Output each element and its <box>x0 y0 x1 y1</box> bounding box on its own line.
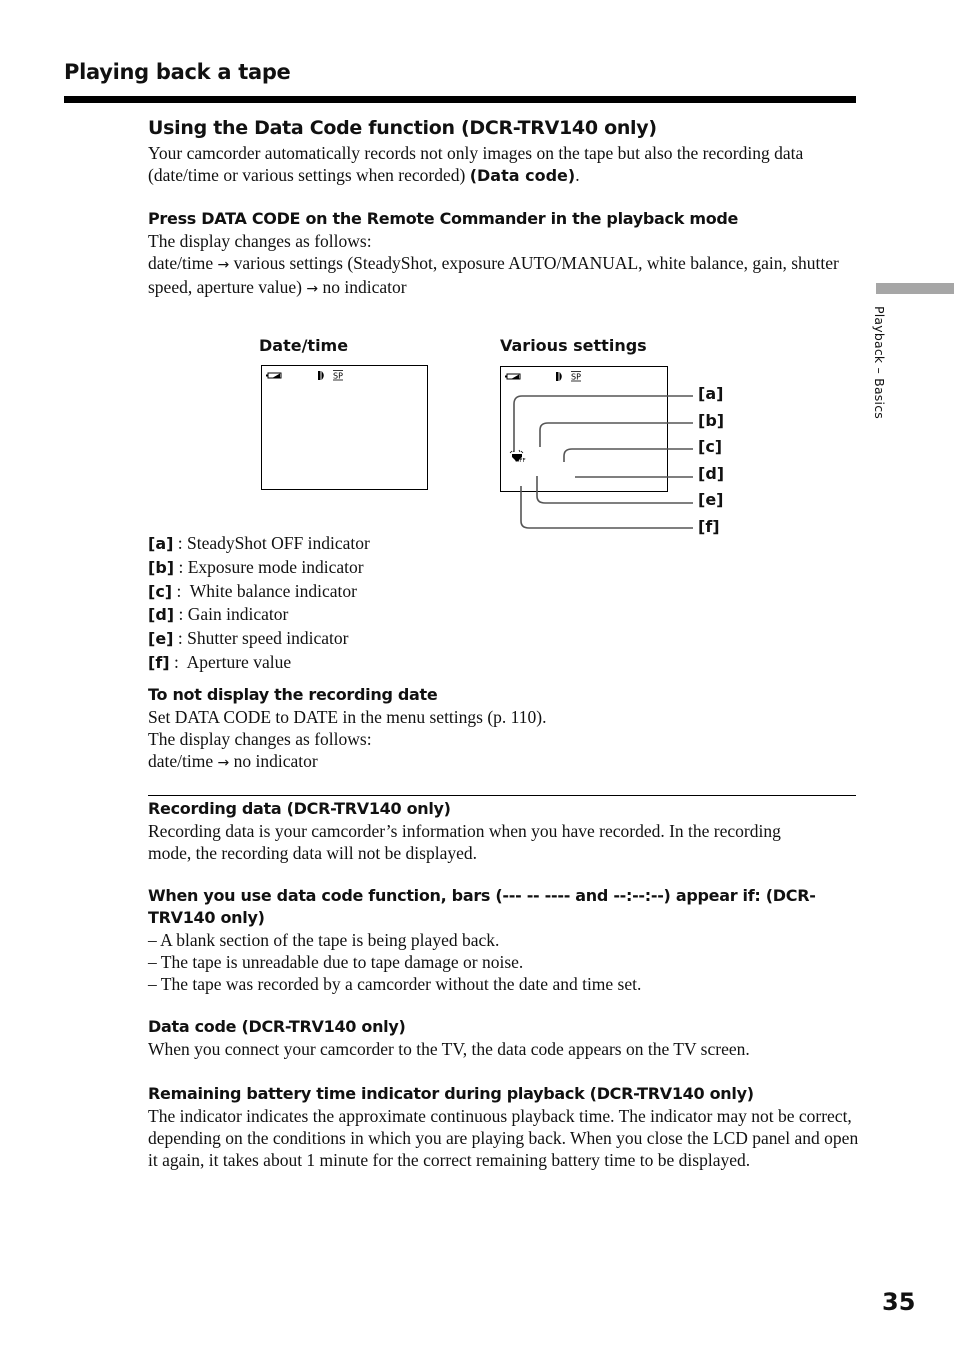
legend-item: [b] : Exposure mode indicator <box>148 556 370 580</box>
legend-key: [c] <box>148 581 173 601</box>
data-code-block: Data code (DCR-TRV140 only) When you con… <box>148 1016 860 1060</box>
seq-part2: no indicator <box>229 751 318 771</box>
legend-sep: : <box>173 533 188 553</box>
legend-key: [a] <box>148 534 174 553</box>
battery-heading: Remaining battery time indicator during … <box>148 1084 754 1103</box>
bars-heading: When you use data code function, bars (-… <box>148 886 816 927</box>
callout-line-b <box>539 422 693 447</box>
callout-a: [a] <box>698 384 724 403</box>
legend-key: [d] <box>148 605 175 625</box>
callout-line-c <box>563 448 693 462</box>
callout-line-a <box>513 395 693 452</box>
bars-item: – The tape was recorded by a camcorder w… <box>148 974 642 994</box>
legend-sep: : <box>174 604 188 625</box>
no-display-heading: To not display the recording date <box>148 685 438 704</box>
no-display-block: To not display the recording date Set DA… <box>148 684 860 774</box>
recording-data-heading: Recording data (DCR-TRV140 only) <box>148 799 451 818</box>
no-display-sequence: date/time → no indicator <box>148 750 860 774</box>
recording-data-block: Recording data (DCR-TRV140 only) Recordi… <box>148 798 860 864</box>
bars-item: – The tape is unreadable due to tape dam… <box>148 952 524 972</box>
page-number: 35 <box>882 1288 916 1316</box>
side-tab-bar <box>876 283 954 294</box>
legend-sep: : <box>174 556 188 577</box>
bars-block: When you use data code function, bars (-… <box>148 885 860 995</box>
legend-sep: : <box>169 651 187 672</box>
legend-item: [f] : Aperture value <box>148 651 370 675</box>
legend-text: Aperture value <box>186 651 292 672</box>
legend-text: Shutter speed indicator <box>187 628 349 649</box>
side-tab-label: Playback – Basics <box>872 306 887 419</box>
seq-part1: date/time <box>148 751 218 771</box>
data-code-heading: Data code (DCR-TRV140 only) <box>148 1017 406 1036</box>
legend-text: SteadyShot OFF indicator <box>187 533 370 553</box>
bars-item: – A blank section of the tape is being p… <box>148 930 500 950</box>
callout-line-f <box>520 486 693 529</box>
callout-f: [f] <box>698 517 720 536</box>
callout-c: [c] <box>698 437 723 456</box>
battery-block: Remaining battery time indicator during … <box>148 1083 860 1171</box>
section-divider <box>148 795 856 796</box>
callout-line-e <box>536 476 693 504</box>
no-display-line2: The display changes as follows: <box>148 729 372 749</box>
callout-e: [e] <box>698 490 724 509</box>
legend-key: [f] <box>148 652 170 672</box>
legend-text: Exposure mode indicator <box>187 556 364 577</box>
battery-text: The indicator indicates the approximate … <box>148 1106 859 1170</box>
no-display-line1: Set DATA CODE to DATE in the menu settin… <box>148 707 547 727</box>
legend-text: Gain indicator <box>187 604 289 625</box>
data-code-text: When you connect your camcorder to the T… <box>148 1039 750 1059</box>
legend-sep: : <box>173 628 188 649</box>
legend-text: White balance indicator <box>189 580 357 601</box>
recording-data-text: Recording data is your camcorder’s infor… <box>148 821 781 863</box>
legend-item: [d] : Gain indicator <box>148 603 370 627</box>
indicator-legend: [a] : SteadyShot OFF indicator [b] : Exp… <box>148 532 370 675</box>
arrow-right-icon: → <box>217 755 230 771</box>
legend-item: [a] : SteadyShot OFF indicator <box>148 532 370 556</box>
legend-key: [e] <box>148 629 174 649</box>
callout-b: [b] <box>698 411 725 430</box>
legend-item: [c] : White balance indicator <box>148 580 370 604</box>
legend-item: [e] : Shutter speed indicator <box>148 627 370 651</box>
legend-sep: : <box>172 580 190 601</box>
callout-d: [d] <box>698 464 725 483</box>
legend-key: [b] <box>148 557 175 577</box>
